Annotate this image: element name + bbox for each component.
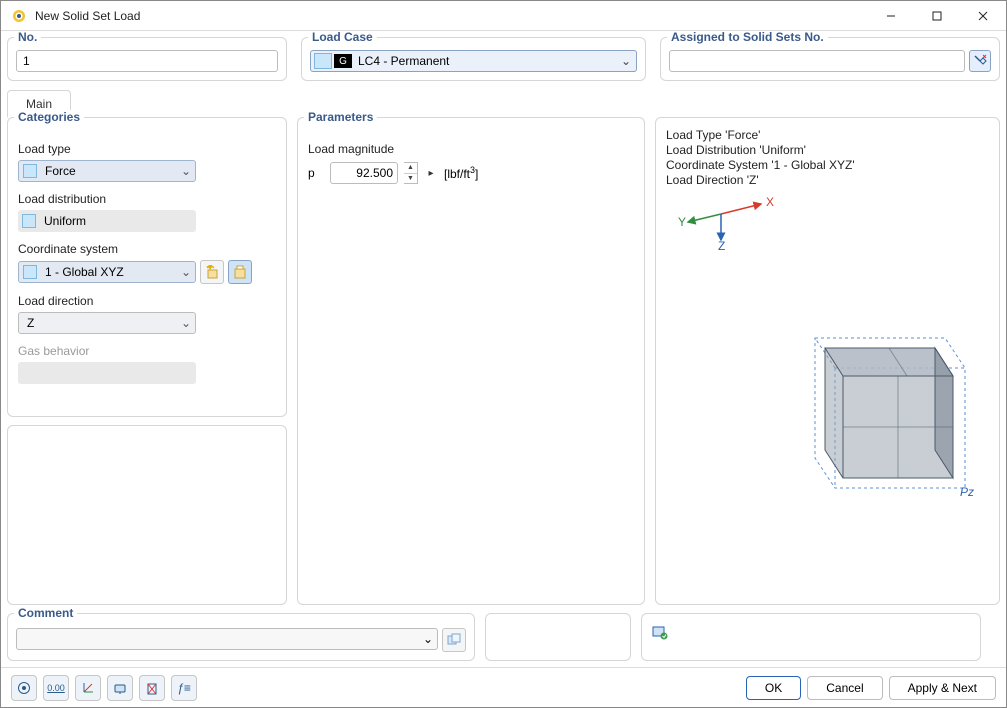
cancel-button[interactable]: Cancel — [807, 676, 882, 700]
load-case-value: LC4 - Permanent — [352, 54, 616, 68]
magnitude-symbol: p — [308, 166, 324, 180]
close-button[interactable] — [960, 1, 1006, 31]
load-magnitude-label: Load magnitude — [308, 142, 634, 156]
tool-axes-button[interactable] — [75, 675, 101, 701]
load-distribution-select[interactable]: Uniform — [18, 210, 196, 232]
no-input[interactable] — [16, 50, 278, 72]
chevron-down-icon: ⌄ — [177, 265, 195, 279]
assigned-legend: Assigned to Solid Sets No. — [667, 31, 828, 44]
comment-combo[interactable]: ⌄ — [16, 628, 438, 650]
load-direction-select[interactable]: Z⌄ — [18, 312, 196, 334]
svg-text:X: X — [766, 195, 774, 209]
preview-settings-button[interactable] — [650, 622, 670, 642]
fieldset-assigned: Assigned to Solid Sets No. — [660, 37, 1000, 81]
window-title: New Solid Set Load — [35, 9, 140, 23]
middle-spare-panel — [485, 613, 631, 661]
pick-solid-set-button[interactable] — [969, 50, 991, 72]
svg-text:✦: ✦ — [205, 265, 215, 274]
chevron-down-icon: ⌄ — [419, 632, 437, 646]
app-icon — [11, 8, 27, 24]
preview-panel: Load Type 'Force' Load Distribution 'Uni… — [655, 117, 1000, 605]
cube-preview: Pz — [755, 318, 985, 518]
magnitude-unit: [lbf/ft3] — [444, 165, 478, 181]
fieldset-load-case: Load Case G LC4 - Permanent ⌄ — [301, 37, 646, 81]
chevron-down-icon: ⌄ — [177, 316, 195, 330]
tool-units-button[interactable]: 0.00 — [43, 675, 69, 701]
magnitude-spinner[interactable]: ▲▼ — [404, 162, 418, 184]
gas-behavior-select — [18, 362, 196, 384]
parameters-legend: Parameters — [304, 110, 377, 124]
coordinate-system-select[interactable]: 1 - Global XYZ⌄ — [18, 261, 196, 283]
ok-button[interactable]: OK — [746, 676, 801, 700]
load-type-select[interactable]: Force⌄ — [18, 160, 196, 182]
dialog-window: New Solid Set Load No. Load Case G LC4 -… — [0, 0, 1007, 708]
load-type-label: Load type — [18, 142, 276, 156]
chevron-down-icon: ⌄ — [177, 164, 195, 178]
svg-text:Z: Z — [718, 239, 725, 252]
apply-next-button[interactable]: Apply & Next — [889, 676, 996, 700]
load-distribution-label: Load distribution — [18, 192, 276, 206]
magnitude-menu-button[interactable]: ▸ — [424, 162, 438, 184]
coordinate-system-label: Coordinate system — [18, 242, 276, 256]
new-coord-system-button[interactable]: ✦ — [200, 260, 224, 284]
tool-delete-button[interactable] — [139, 675, 165, 701]
parameters-panel: Parameters Load magnitude p ▲▼ ▸ [lbf/ft… — [297, 117, 645, 605]
tool-function-button[interactable]: ƒ≡ — [171, 675, 197, 701]
load-case-select[interactable]: G LC4 - Permanent ⌄ — [310, 50, 637, 72]
load-case-legend: Load Case — [308, 31, 377, 44]
fieldset-no: No. — [7, 37, 287, 81]
load-case-badge: G — [334, 54, 352, 68]
minimize-button[interactable] — [868, 1, 914, 31]
gas-behavior-label: Gas behavior — [18, 344, 276, 358]
preview-line-3: Coordinate System '1 - Global XYZ' — [666, 158, 989, 173]
axis-icon: X Y Z — [666, 192, 786, 252]
no-legend: No. — [14, 31, 41, 44]
maximize-button[interactable] — [914, 1, 960, 31]
chevron-down-icon: ⌄ — [616, 54, 636, 68]
titlebar: New Solid Set Load — [1, 1, 1006, 31]
preview-line-2: Load Distribution 'Uniform' — [666, 143, 989, 158]
tool-view-button[interactable] — [107, 675, 133, 701]
preview-line-1: Load Type 'Force' — [666, 128, 989, 143]
categories-legend: Categories — [14, 110, 84, 124]
load-direction-label: Load direction — [18, 294, 276, 308]
tool-help-button[interactable] — [11, 675, 37, 701]
tabbar: Main — [7, 89, 1000, 117]
categories-spare-panel — [7, 425, 287, 605]
svg-text:Pz: Pz — [960, 485, 974, 499]
comment-fieldset: Comment ⌄ — [7, 613, 475, 661]
categories-panel: Categories Load type Force⌄ Load distrib… — [7, 117, 287, 417]
comment-extra-button[interactable] — [442, 628, 466, 652]
preview-line-4: Load Direction 'Z' — [666, 173, 989, 188]
assigned-input[interactable] — [669, 50, 965, 72]
edit-coord-system-button[interactable] — [228, 260, 252, 284]
footer-toolbar: 0.00 ƒ≡ OK Cancel Apply & Next — [1, 667, 1006, 707]
right-spare-panel — [641, 613, 981, 661]
magnitude-input[interactable] — [330, 162, 398, 184]
comment-legend: Comment — [14, 606, 77, 620]
svg-text:Y: Y — [678, 215, 686, 229]
